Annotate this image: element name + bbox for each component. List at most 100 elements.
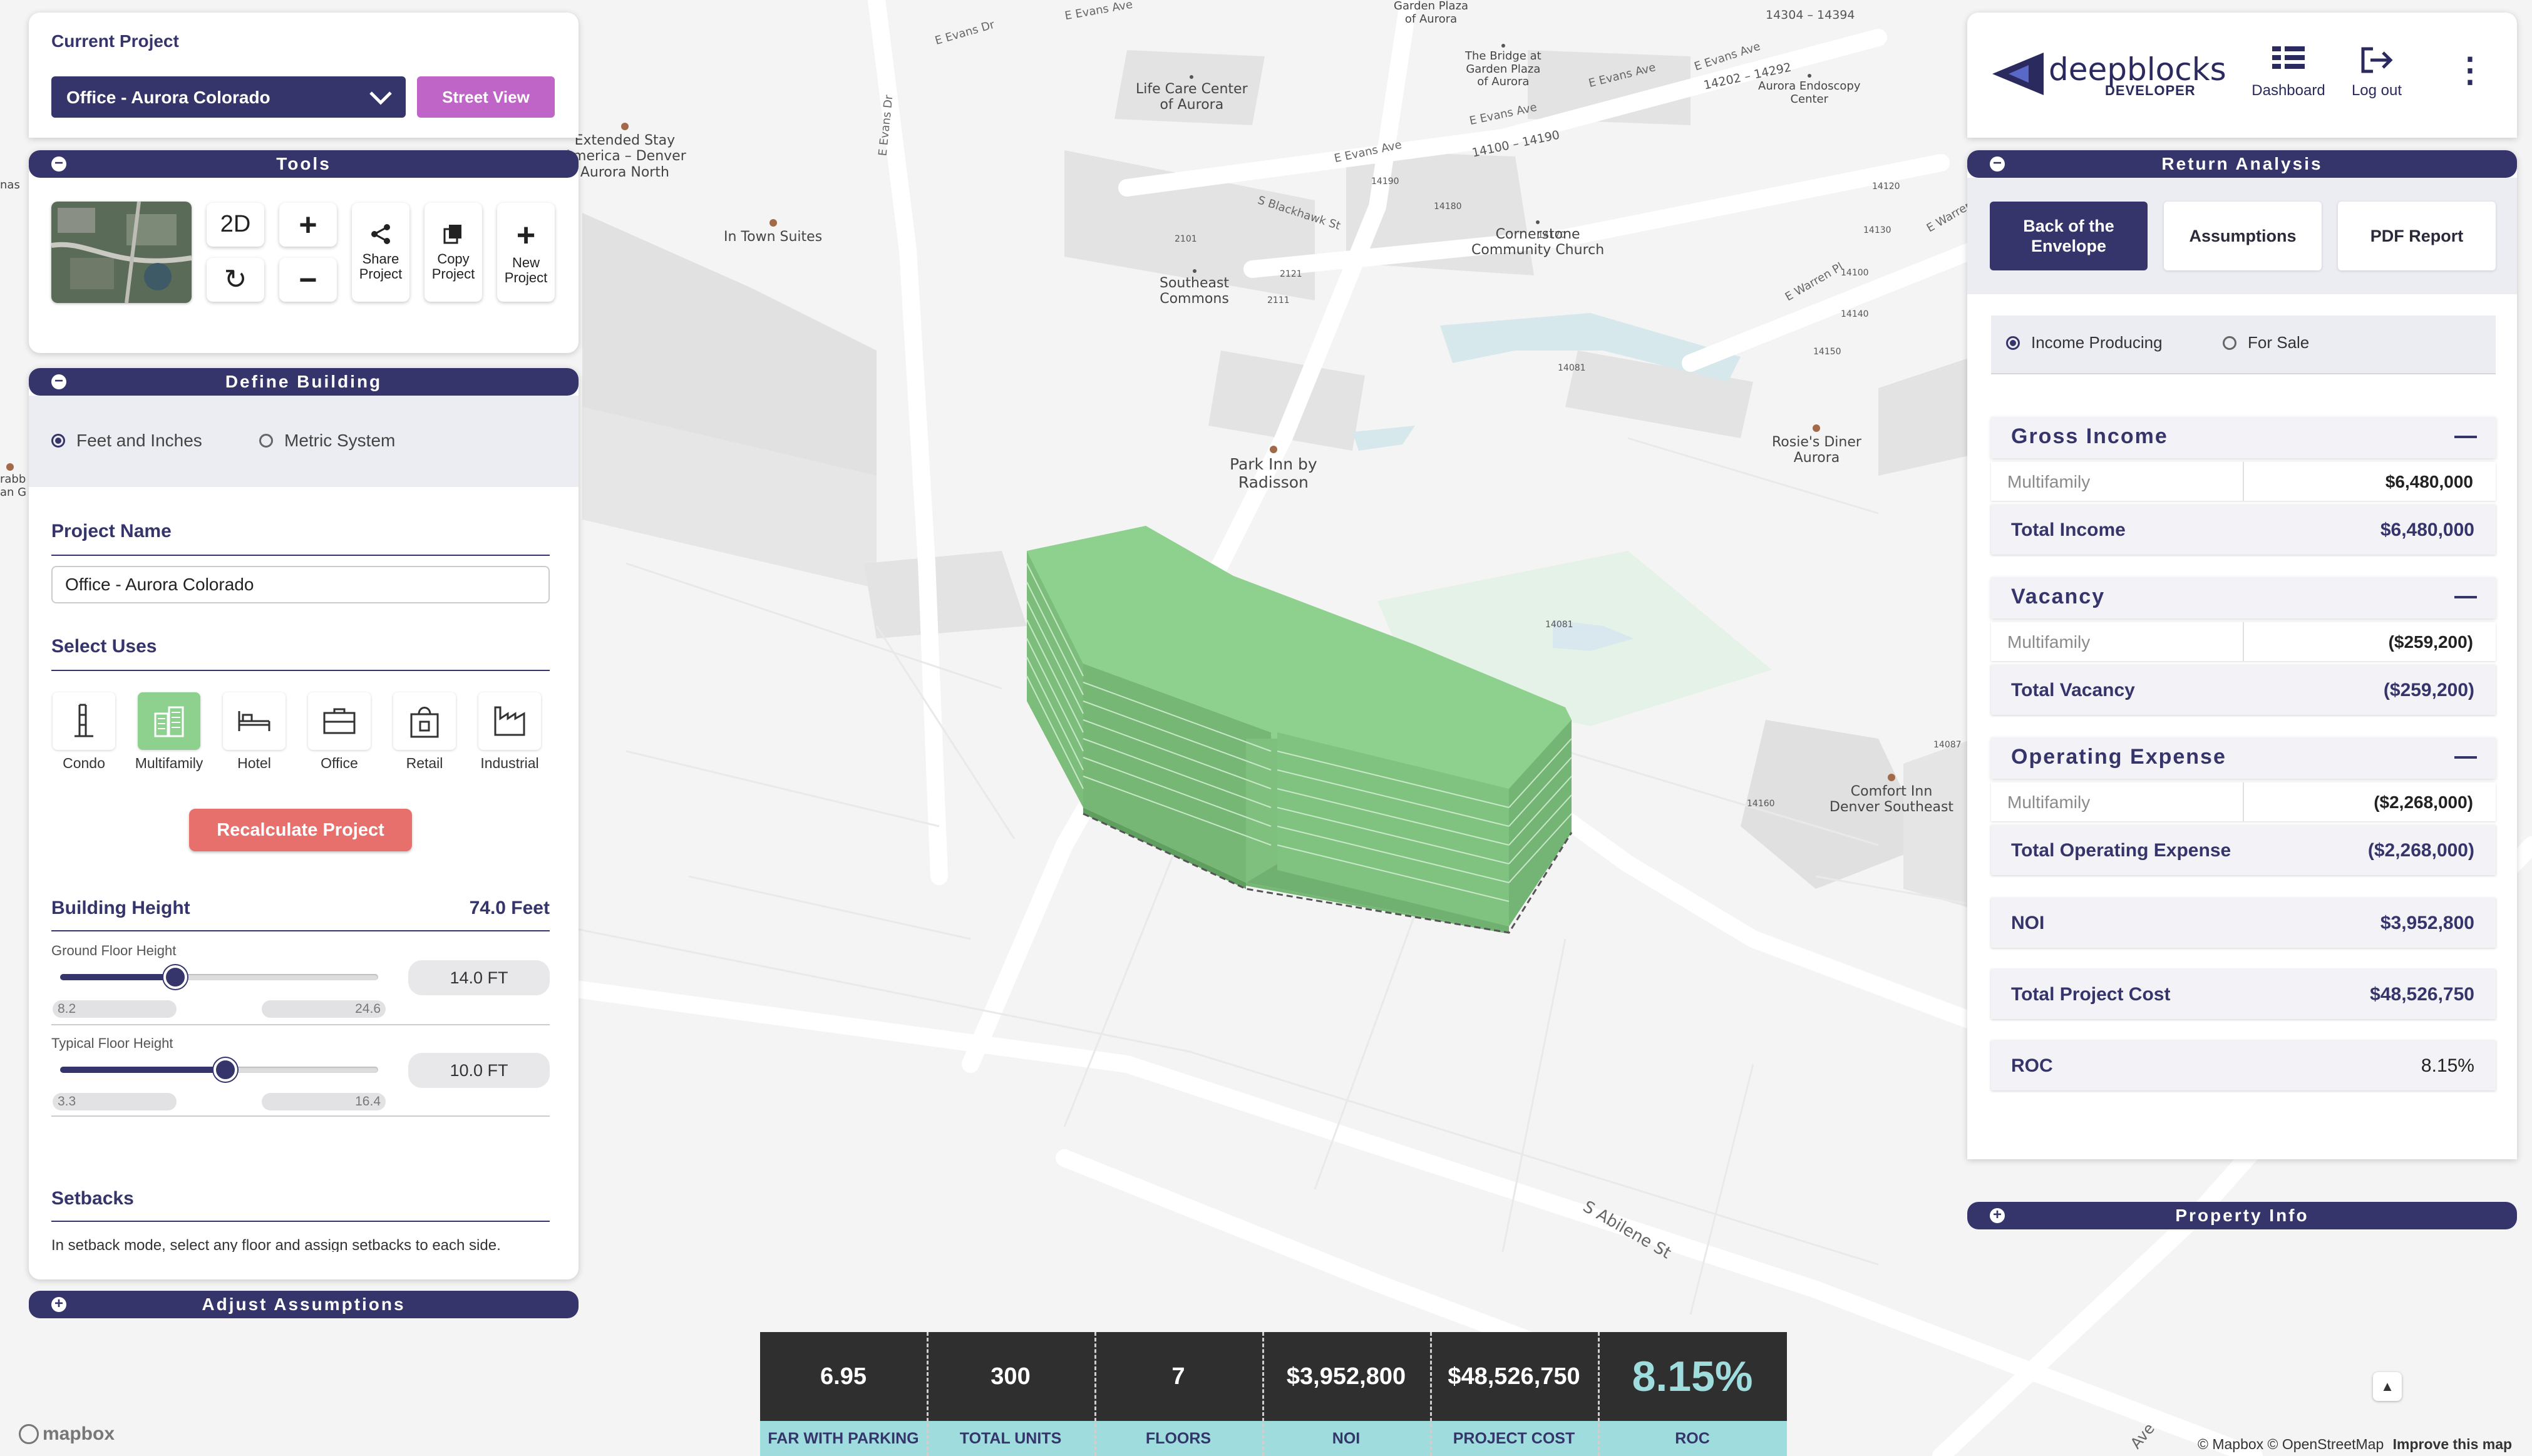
map-poi[interactable]: In Town Suites bbox=[724, 219, 822, 245]
mapbox-logo: mapbox bbox=[19, 1423, 115, 1445]
map-poi[interactable]: Cornerstone Community Church bbox=[1471, 220, 1604, 259]
typical-floor-label: Typical Floor Height bbox=[51, 1035, 173, 1051]
zoom-in-button[interactable]: + bbox=[279, 203, 337, 247]
divider bbox=[51, 1115, 550, 1117]
logout-icon bbox=[2361, 47, 2393, 73]
collapse-icon[interactable]: − bbox=[1990, 156, 2005, 172]
income-producing-radio[interactable]: Income Producing bbox=[2006, 333, 2163, 352]
tools-header[interactable]: − Tools bbox=[29, 150, 579, 178]
logout-button[interactable]: Log out bbox=[2339, 45, 2414, 108]
street-view-button[interactable]: Street View bbox=[417, 76, 555, 118]
map-poi[interactable]: Aurora Endoscopy Center bbox=[1758, 74, 1860, 106]
gross-income-header[interactable]: Gross Income bbox=[1991, 417, 2496, 458]
define-building-header[interactable]: − Define Building bbox=[29, 368, 579, 396]
map-poi[interactable]: Life Care Center of Aurora bbox=[1136, 75, 1248, 113]
operating-expense-header[interactable]: Operating Expense bbox=[1991, 737, 2496, 779]
zoom-out-button[interactable]: − bbox=[279, 258, 337, 302]
for-sale-radio[interactable]: For Sale bbox=[2223, 333, 2309, 352]
new-project-button[interactable]: + New Project bbox=[497, 203, 555, 302]
use-office-button[interactable] bbox=[308, 692, 371, 750]
vacancy-header[interactable]: Vacancy bbox=[1991, 577, 2496, 618]
setbacks-help-text: In setback mode, select any floor and as… bbox=[51, 1237, 501, 1252]
ground-floor-min: 8.2 bbox=[53, 1000, 177, 1018]
expand-icon[interactable]: + bbox=[51, 1296, 66, 1312]
recalculate-project-button[interactable]: Recalculate Project bbox=[189, 809, 412, 851]
return-analysis-header[interactable]: − Return Analysis bbox=[1967, 150, 2517, 178]
use-label: Condo bbox=[63, 755, 105, 771]
radio-unselected-icon bbox=[259, 434, 273, 448]
collapse-icon[interactable]: − bbox=[51, 374, 66, 389]
map-poi[interactable]: Garden Plaza of Aurora bbox=[1394, 0, 1468, 26]
slider-handle[interactable] bbox=[213, 1058, 237, 1082]
map-poi[interactable]: The Bridge at Garden Plaza of Aurora bbox=[1465, 44, 1541, 89]
rotate-button[interactable]: ↻ bbox=[207, 258, 264, 302]
deepblocks-logo[interactable]: deepblocks DEVELOPER bbox=[1991, 48, 2226, 101]
more-menu-button[interactable]: ⋮ bbox=[2453, 50, 2487, 100]
use-multifamily-button[interactable] bbox=[138, 692, 200, 750]
hotel-icon bbox=[1888, 774, 1896, 781]
metric-value: 300 bbox=[927, 1332, 1094, 1421]
improve-map-link[interactable]: Improve this map bbox=[2393, 1436, 2512, 1452]
collapse-icon[interactable] bbox=[2454, 436, 2477, 438]
tab-pdf-report[interactable]: PDF Report bbox=[2338, 202, 2496, 270]
tab-assumptions[interactable]: Assumptions bbox=[2164, 202, 2322, 270]
attribution-text[interactable]: © Mapbox © OpenStreetMap bbox=[2198, 1436, 2384, 1452]
share-icon bbox=[371, 223, 390, 244]
use-label: Hotel bbox=[237, 755, 271, 771]
units-feet-radio[interactable]: Feet and Inches bbox=[51, 431, 202, 451]
project-select[interactable]: Office - Aurora Colorado bbox=[51, 76, 406, 118]
divider bbox=[51, 1221, 550, 1222]
map-poi[interactable]: Southeast Commons bbox=[1160, 269, 1229, 307]
map-poi[interactable]: Rosie's Diner Aurora bbox=[1772, 424, 1861, 466]
current-project-label: Current Project bbox=[51, 31, 179, 51]
use-label: Industrial bbox=[480, 755, 539, 771]
typical-floor-value[interactable]: 10.0 FT bbox=[408, 1053, 550, 1088]
use-label: Retail bbox=[406, 755, 443, 771]
building-height-label: Building Height bbox=[51, 898, 190, 918]
map-poi[interactable]: rabb an G bbox=[0, 463, 26, 499]
multifamily-icon bbox=[154, 706, 184, 737]
satellite-thumbnail[interactable] bbox=[51, 202, 192, 303]
collapse-icon[interactable] bbox=[2454, 756, 2477, 759]
address-number: 14190 bbox=[1371, 177, 1399, 187]
map-poi[interactable]: Extended Stay America – Denver Aurora No… bbox=[564, 123, 686, 180]
satellite-image bbox=[51, 202, 192, 303]
copy-project-button[interactable]: Copy Project bbox=[425, 203, 482, 302]
compass-button[interactable]: ▲ bbox=[2373, 1372, 2402, 1401]
expand-icon[interactable]: + bbox=[1990, 1207, 2005, 1223]
condo-icon bbox=[75, 704, 93, 737]
operating-expense-row: Multifamily ($2,268,000) bbox=[1991, 782, 2496, 821]
tab-back-of-envelope[interactable]: Back of the Envelope bbox=[1990, 202, 2148, 270]
mapbox-mark-icon bbox=[19, 1424, 39, 1444]
dashboard-button[interactable]: Dashboard bbox=[2246, 45, 2330, 108]
retail-icon bbox=[410, 707, 439, 738]
units-metric-radio[interactable]: Metric System bbox=[259, 431, 395, 451]
project-name-input[interactable] bbox=[51, 566, 550, 603]
ground-floor-value[interactable]: 14.0 FT bbox=[408, 960, 550, 995]
share-project-button[interactable]: Share Project bbox=[352, 203, 409, 302]
metric-label: FLOORS bbox=[1094, 1421, 1262, 1456]
hotel-icon bbox=[769, 219, 777, 227]
map-poi[interactable]: nas bbox=[0, 178, 20, 192]
adjust-assumptions-header[interactable]: + Adjust Assumptions bbox=[29, 1291, 579, 1318]
2d-toggle-button[interactable]: 2D bbox=[207, 203, 264, 247]
map-poi[interactable]: Park Inn by Radisson bbox=[1230, 446, 1317, 492]
use-industrial-button[interactable] bbox=[478, 692, 541, 750]
use-retail-button[interactable] bbox=[393, 692, 456, 750]
collapse-icon[interactable] bbox=[2454, 596, 2477, 598]
metric-project-cost: $48,526,750 PROJECT COST bbox=[1430, 1332, 1598, 1456]
roc-row: ROC 8.15% bbox=[1991, 1040, 2496, 1090]
radio-unselected-icon bbox=[2223, 336, 2236, 350]
use-condo-button[interactable] bbox=[53, 692, 115, 750]
metric-label: FAR WITH PARKING bbox=[760, 1421, 927, 1456]
use-hotel-button[interactable] bbox=[223, 692, 286, 750]
typical-floor-slider[interactable] bbox=[60, 1058, 378, 1082]
property-info-header[interactable]: + Property Info bbox=[1967, 1202, 2517, 1229]
total-vacancy-row: Total Vacancy ($259,200) bbox=[1991, 665, 2496, 715]
map-poi[interactable]: Comfort Inn Denver Southeast bbox=[1830, 774, 1953, 816]
ground-floor-slider[interactable] bbox=[60, 965, 378, 989]
address-number: 14081 bbox=[1558, 363, 1586, 373]
metric-roc: 8.15% ROC bbox=[1598, 1332, 1787, 1456]
collapse-icon[interactable]: − bbox=[51, 156, 66, 172]
typical-floor-max: 16.4 bbox=[262, 1093, 386, 1110]
